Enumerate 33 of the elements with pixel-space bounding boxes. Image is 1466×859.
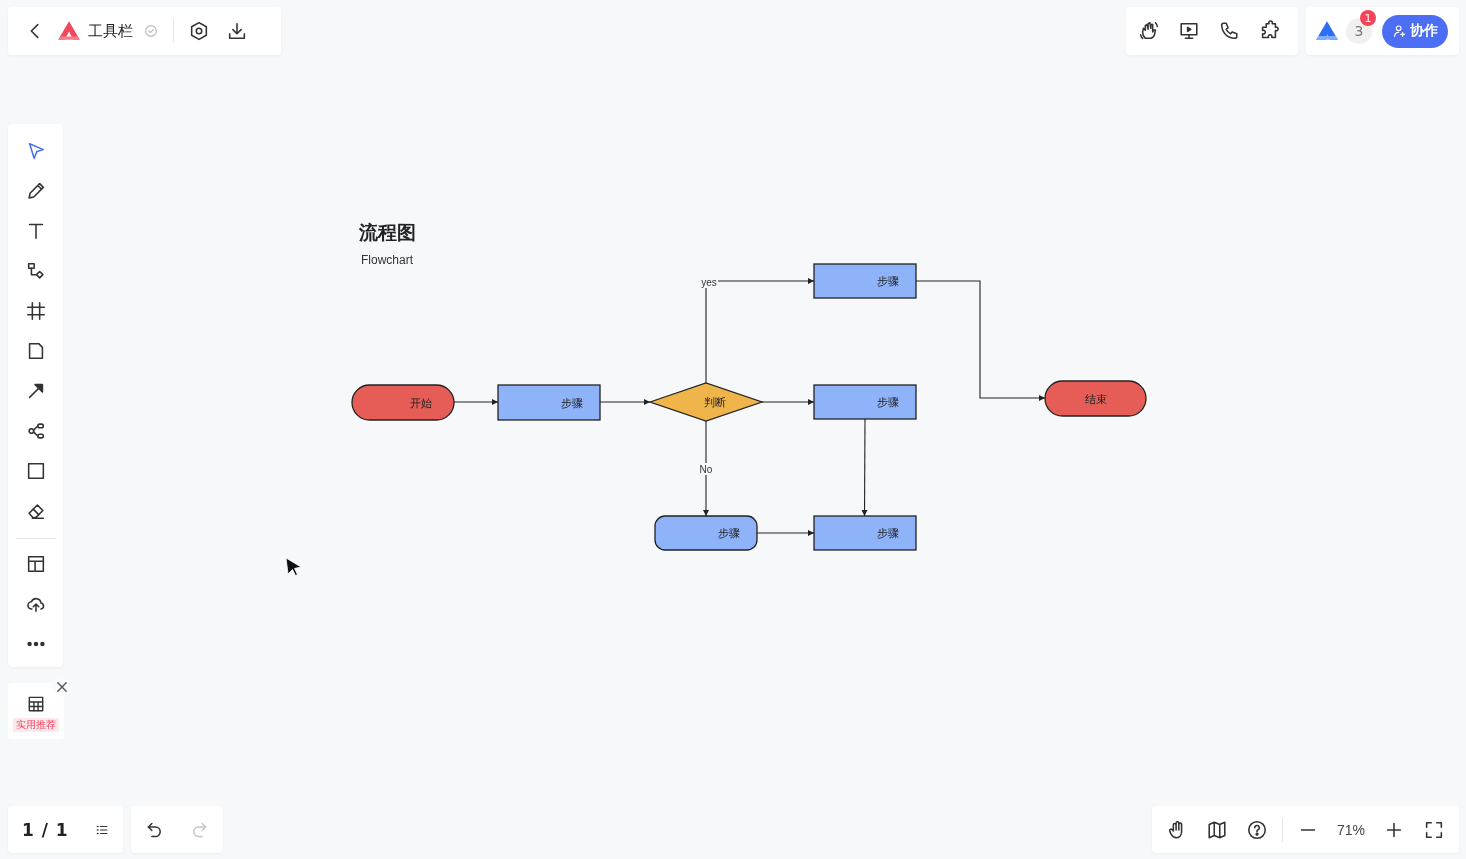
phone-icon[interactable] <box>1218 20 1240 42</box>
recommend-label: 实用推荐 <box>13 718 59 732</box>
diagram-subtitle: Flowchart <box>361 253 413 267</box>
page-indicator: 1 / 1 <box>22 819 69 840</box>
node-label: 结束 <box>1084 392 1107 406</box>
connector-label: yes <box>701 276 717 288</box>
add-user-icon <box>1392 23 1408 39</box>
connector-arrow <box>599 399 651 405</box>
cursor-icon <box>285 557 302 576</box>
table-icon <box>26 694 46 714</box>
connector-label: No <box>699 463 713 475</box>
node-label: 步骤 <box>877 527 900 540</box>
node-label: 开始 <box>410 396 433 410</box>
frame-icon[interactable] <box>24 300 47 322</box>
notification-badge: 1 <box>1360 10 1376 26</box>
node-label: 判断 <box>703 396 726 409</box>
map-icon[interactable] <box>1206 818 1228 841</box>
collaborate-button[interactable]: 协作 <box>1382 14 1448 48</box>
node-label: 步骤 <box>561 396 584 410</box>
settings-icon[interactable] <box>188 20 210 42</box>
node-label: 步骤 <box>718 527 741 540</box>
connector-arrow <box>761 399 815 405</box>
help-icon[interactable] <box>1246 818 1268 841</box>
connector-arrow <box>453 399 499 405</box>
zoom-level: 71% <box>1337 821 1366 838</box>
download-icon[interactable] <box>226 20 248 42</box>
document-title: 工具栏 <box>88 21 133 41</box>
connector-arrow <box>756 530 815 536</box>
node-label: 步骤 <box>877 396 900 409</box>
presentation-icon[interactable] <box>1178 20 1200 42</box>
diagram-title: 流程图 <box>359 221 416 243</box>
waving-hand-icon[interactable] <box>1138 20 1160 42</box>
node-label: 步骤 <box>877 275 900 288</box>
